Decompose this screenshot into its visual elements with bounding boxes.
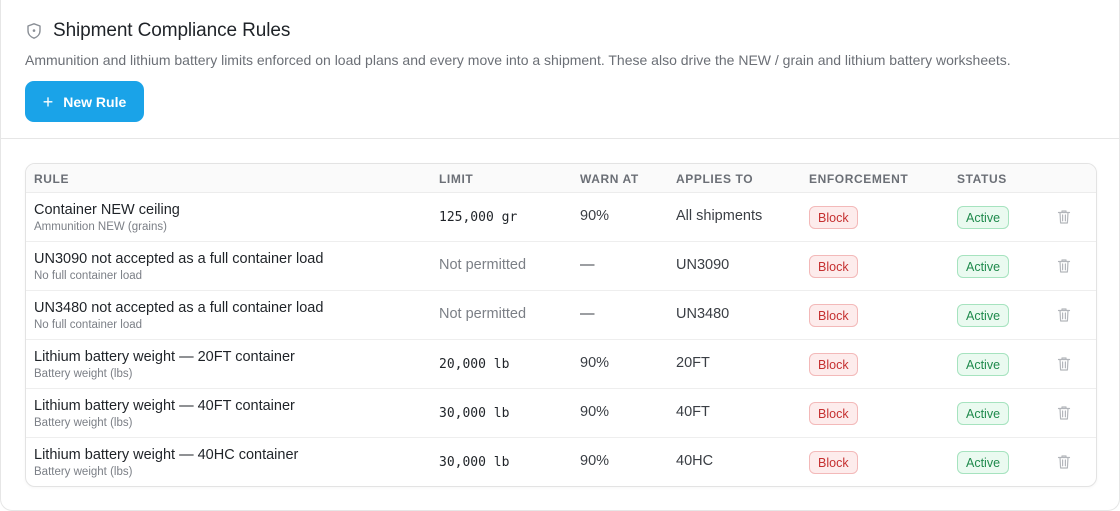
rule-applies-to: UN3090 <box>676 257 730 273</box>
enforcement-badge: Block <box>809 353 858 376</box>
rule-limit: 125,000 gr <box>439 210 518 225</box>
divider <box>1 138 1119 139</box>
rule-subtitle: Battery weight (lbs) <box>34 368 133 380</box>
status-badge: Active <box>957 451 1010 474</box>
rule-subtitle: No full container load <box>34 319 143 331</box>
column-header-applies-to: APPLIES TO <box>676 172 754 186</box>
table-row[interactable]: Container NEW ceiling Ammunition NEW (gr… <box>26 193 1096 242</box>
new-rule-label: New Rule <box>63 93 127 110</box>
column-header-warn-at: WARN AT <box>580 172 639 186</box>
table-row[interactable]: Lithium battery weight — 40FT container … <box>26 389 1096 438</box>
status-badge: Active <box>957 304 1010 327</box>
status-badge: Active <box>957 206 1010 229</box>
rule-name: UN3090 not accepted as a full container … <box>34 251 324 267</box>
rule-name: Lithium battery weight — 20FT container <box>34 349 295 365</box>
rules-table: RULE LIMIT WARN AT APPLIES TO ENFORCEMEN… <box>25 163 1097 487</box>
rule-subtitle: Battery weight (lbs) <box>34 417 133 429</box>
rule-subtitle: Battery weight (lbs) <box>34 466 133 478</box>
compliance-rules-panel: Shipment Compliance Rules Ammunition and… <box>0 0 1120 511</box>
column-header-limit: LIMIT <box>439 172 474 186</box>
plus-icon: + <box>42 91 54 112</box>
rule-applies-to: 20FT <box>676 355 710 371</box>
enforcement-badge: Block <box>809 206 858 229</box>
trash-icon[interactable] <box>1057 258 1071 274</box>
title-row: Shipment Compliance Rules <box>25 18 1095 44</box>
rule-name: Container NEW ceiling <box>34 202 180 218</box>
table-row[interactable]: Lithium battery weight — 40HC container … <box>26 438 1096 486</box>
enforcement-badge: Block <box>809 402 858 425</box>
table-row[interactable]: UN3480 not accepted as a full container … <box>26 291 1096 340</box>
rule-subtitle: Ammunition NEW (grains) <box>34 221 167 233</box>
status-badge: Active <box>957 353 1010 376</box>
page-title: Shipment Compliance Rules <box>53 20 291 41</box>
rule-applies-to: 40FT <box>676 404 710 420</box>
rule-subtitle: No full container load <box>34 270 143 282</box>
rule-warn-at: — <box>580 306 595 322</box>
rule-applies-to: 40HC <box>676 453 714 469</box>
rule-limit: 30,000 lb <box>439 455 510 470</box>
enforcement-badge: Block <box>809 451 858 474</box>
page-subtitle: Ammunition and lithium battery limits en… <box>25 52 1011 68</box>
enforcement-badge: Block <box>809 304 858 327</box>
trash-icon[interactable] <box>1057 356 1071 372</box>
rule-warn-at: 90% <box>580 453 610 469</box>
table-header: RULE LIMIT WARN AT APPLIES TO ENFORCEMEN… <box>26 164 1096 193</box>
rule-limit: Not permitted <box>439 306 527 322</box>
rule-warn-at: — <box>580 257 595 273</box>
rule-name: UN3480 not accepted as a full container … <box>34 300 324 316</box>
rule-limit: 30,000 lb <box>439 406 510 421</box>
trash-icon[interactable] <box>1057 209 1071 225</box>
rule-warn-at: 90% <box>580 208 610 224</box>
column-header-status: STATUS <box>957 172 1007 186</box>
enforcement-badge: Block <box>809 255 858 278</box>
rule-limit: Not permitted <box>439 257 527 273</box>
shield-icon <box>25 22 43 40</box>
status-badge: Active <box>957 255 1010 278</box>
column-header-rule: RULE <box>34 172 70 186</box>
table-row[interactable]: UN3090 not accepted as a full container … <box>26 242 1096 291</box>
rule-name: Lithium battery weight — 40FT container <box>34 398 295 414</box>
rule-applies-to: All shipments <box>676 208 763 224</box>
panel-header: Shipment Compliance Rules Ammunition and… <box>25 18 1095 68</box>
new-rule-button[interactable]: + New Rule <box>25 81 144 122</box>
rule-applies-to: UN3480 <box>676 306 730 322</box>
rule-warn-at: 90% <box>580 404 610 420</box>
trash-icon[interactable] <box>1057 405 1071 421</box>
rule-limit: 20,000 lb <box>439 357 510 372</box>
rule-warn-at: 90% <box>580 355 610 371</box>
column-header-enforcement: ENFORCEMENT <box>809 172 909 186</box>
table-row[interactable]: Lithium battery weight — 20FT container … <box>26 340 1096 389</box>
rule-name: Lithium battery weight — 40HC container <box>34 447 299 463</box>
status-badge: Active <box>957 402 1010 425</box>
trash-icon[interactable] <box>1057 307 1071 323</box>
trash-icon[interactable] <box>1057 454 1071 470</box>
